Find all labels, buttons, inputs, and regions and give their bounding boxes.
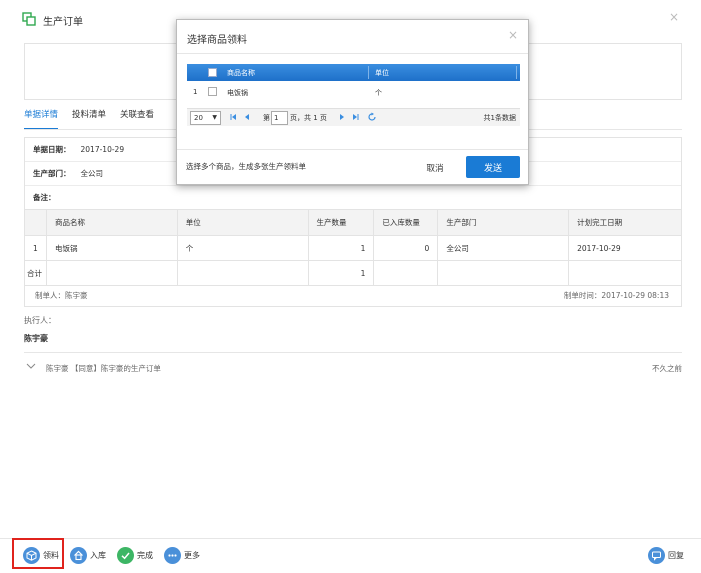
select-material-dialog: 选择商品领料 × 商品名称 单位 1 电饭锅 个 20 ▼ 第 1 页，共 1 页… <box>176 19 529 185</box>
action-bar: 领料 入库 完成 更多 回复 <box>0 540 701 573</box>
executor-name: 陈宇豪 <box>24 334 48 343</box>
page-size-select[interactable]: 20 ▼ <box>190 111 221 125</box>
row-name: 电饭锅 <box>227 89 248 97</box>
stock-in-button[interactable]: 入库 <box>70 545 106 565</box>
cell: 2017-10-29 <box>568 235 682 261</box>
table-header-row: 商品名称 单位 生产数量 已入库数量 生产部门 计划完工日期 <box>24 209 682 236</box>
highlight-frame <box>12 538 64 569</box>
grid-col-name: 商品名称 <box>227 69 255 77</box>
dialog-divider <box>177 53 528 54</box>
order-copy-icon <box>22 12 36 26</box>
check-icon <box>117 546 134 564</box>
home-icon <box>70 546 87 564</box>
activity-time: 不久之前 <box>652 364 682 373</box>
row-unit: 个 <box>375 89 382 97</box>
select-all-checkbox[interactable] <box>208 68 217 77</box>
next-page-icon[interactable] <box>337 112 346 122</box>
reply-label: 回复 <box>668 550 684 560</box>
page-close-icon[interactable]: × <box>669 10 679 24</box>
detail-tabs: 单据详情 投料清单 关联查看 <box>24 108 154 130</box>
activity-item[interactable]: 陈宇豪 【同意】陈宇豪的生产订单 不久之前 <box>24 362 682 376</box>
total-row: 合计 1 <box>24 260 682 286</box>
cell <box>568 260 682 286</box>
cell: 电饭锅 <box>45 235 178 261</box>
row-checkbox[interactable] <box>208 87 217 96</box>
stock-in-label: 入库 <box>90 550 106 560</box>
cell: 1 <box>24 235 47 261</box>
tab-details[interactable]: 单据详情 <box>24 108 59 130</box>
page-size-value: 20 <box>194 114 203 122</box>
detail-table: 商品名称 单位 生产数量 已入库数量 生产部门 计划完工日期 1 电饭锅 个 1… <box>24 209 682 286</box>
cell <box>373 260 439 286</box>
note-label: 备注： <box>33 193 56 202</box>
cell <box>176 260 309 286</box>
complete-label: 完成 <box>137 550 153 560</box>
dialog-title: 选择商品领料 <box>187 35 247 46</box>
col-header: 已入库数量 <box>373 209 439 236</box>
tab-related[interactable]: 关联查看 <box>120 108 154 130</box>
list-item[interactable]: 1 电饭锅 个 <box>187 84 520 101</box>
cell: 个 <box>176 235 309 261</box>
page-prefix: 第 <box>263 114 270 122</box>
page-suffix: 页，共 1 页 <box>290 114 327 122</box>
complete-button[interactable]: 完成 <box>117 545 153 565</box>
creator-text: 制单人：陈宇豪 <box>35 291 88 300</box>
total-count: 共1条数据 <box>483 114 516 122</box>
col-header: 生产数量 <box>307 209 375 236</box>
table-row: 1 电饭锅 个 1 0 全公司 2017-10-29 <box>24 235 682 261</box>
page-title: 生产订单 <box>43 17 83 28</box>
cancel-button[interactable]: 取消 <box>417 158 453 178</box>
refresh-icon[interactable] <box>367 112 377 122</box>
date-label: 单据日期： <box>33 145 71 154</box>
more-dots-icon <box>164 546 181 564</box>
cell: 1 <box>307 260 375 286</box>
col-header: 生产部门 <box>437 209 570 236</box>
col-header: 计划完工日期 <box>568 209 682 236</box>
more-button[interactable]: 更多 <box>164 545 200 565</box>
cell: 1 <box>307 235 375 261</box>
cell: 全公司 <box>437 235 570 261</box>
cell <box>437 260 570 286</box>
more-label: 更多 <box>184 550 200 560</box>
grid-col-divider <box>516 66 517 79</box>
grid-col-unit: 单位 <box>375 69 389 77</box>
cell <box>45 260 178 286</box>
executor-label: 执行人： <box>24 316 56 325</box>
dialog-footer-divider <box>177 149 528 150</box>
date-value: 2017-10-29 <box>80 145 125 154</box>
chat-bubble-icon <box>648 546 665 564</box>
note-row: 备注： <box>25 186 681 210</box>
created-time-text: 制单时间：2017-10-29 08:13 <box>563 291 669 300</box>
last-page-icon[interactable] <box>351 112 360 122</box>
grid-col-divider <box>368 66 369 79</box>
tab-material-list[interactable]: 投料清单 <box>72 108 106 130</box>
col-header: 商品名称 <box>45 209 178 236</box>
col-header: 单位 <box>176 209 309 236</box>
cell: 0 <box>373 235 439 261</box>
executor-divider <box>24 352 682 353</box>
dialog-close-icon[interactable]: × <box>508 28 518 42</box>
grid-header: 商品名称 单位 <box>187 64 520 81</box>
send-button[interactable]: 发送 <box>466 156 520 178</box>
document-footer: 制单人：陈宇豪 制单时间：2017-10-29 08:13 <box>24 285 682 307</box>
col-header <box>24 209 47 236</box>
page-number-input[interactable]: 1 <box>271 111 288 125</box>
reply-button[interactable]: 回复 <box>648 545 684 565</box>
pagination-bar: 20 ▼ 第 1 页，共 1 页 共1条数据 <box>187 108 520 126</box>
activity-text: 陈宇豪 【同意】陈宇豪的生产订单 <box>46 364 161 373</box>
prev-page-icon[interactable] <box>243 112 252 122</box>
caret-down-icon: ▼ <box>212 114 217 121</box>
chevron-down-icon[interactable] <box>26 362 36 370</box>
dept-value: 全公司 <box>80 169 104 178</box>
row-index: 1 <box>193 88 198 96</box>
dept-label: 生产部门： <box>33 169 71 178</box>
first-page-icon[interactable] <box>229 112 238 122</box>
total-label: 合计 <box>24 260 47 286</box>
dialog-hint: 选择多个商品，生成多张生产领料单 <box>186 162 306 171</box>
bottom-divider <box>0 538 701 539</box>
